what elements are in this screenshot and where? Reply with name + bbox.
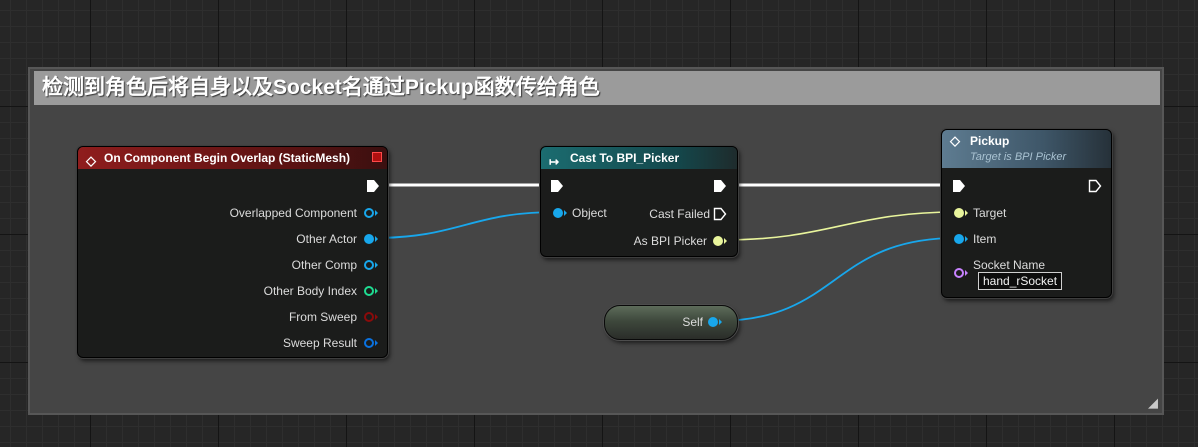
pickup-node-title: Pickup xyxy=(970,134,1010,148)
pin-dot-other-actor[interactable] xyxy=(364,234,374,244)
pin-arrow-icon xyxy=(375,314,378,320)
pin-dot-other-body-index[interactable] xyxy=(364,286,374,296)
pin-dot-target[interactable] xyxy=(954,208,964,218)
pin-label: Sweep Result xyxy=(282,336,357,350)
pin-arrow-icon xyxy=(719,319,722,325)
pin-sweep-result[interactable]: Sweep Result xyxy=(283,335,357,351)
pin-label: Object xyxy=(572,206,607,220)
pin-other-comp[interactable]: Other Comp xyxy=(292,257,357,273)
delegate-pin-icon[interactable] xyxy=(372,152,382,162)
event-node-title: On Component Begin Overlap (StaticMesh) xyxy=(104,151,351,165)
exec-input-pin-cast[interactable] xyxy=(550,179,564,193)
pin-dot-from-sweep[interactable] xyxy=(364,312,374,322)
pin-label: As BPI Picker xyxy=(633,234,707,248)
pin-other-actor[interactable]: Other Actor xyxy=(296,231,357,247)
pickup-node-subtitle: Target is BPI Picker xyxy=(970,151,1067,163)
pin-dot-socket-name[interactable] xyxy=(954,268,964,278)
pin-target[interactable]: Target xyxy=(973,205,1006,221)
pin-arrow-icon xyxy=(375,236,378,242)
pin-label: Cast Failed xyxy=(649,207,710,221)
wire-self-to-item xyxy=(715,237,958,322)
pin-label: Item xyxy=(973,232,997,246)
wire-bpi-picker-to-target xyxy=(721,211,958,241)
socket-name-input[interactable]: hand_rSocket xyxy=(978,272,1063,290)
cast-node[interactable]: ↦ Cast To BPI_Picker Object Cast Failed … xyxy=(540,146,738,257)
pin-arrow-icon xyxy=(375,210,378,216)
self-label: Self xyxy=(682,314,703,330)
pin-dot-sweep-result[interactable] xyxy=(364,338,374,348)
pin-label: Target xyxy=(973,206,1007,220)
pin-as-bpi-picker[interactable]: As BPI Picker xyxy=(634,233,707,249)
pin-arrow-icon xyxy=(375,340,378,346)
self-reference-node[interactable]: Self xyxy=(604,305,738,340)
pin-arrow-icon xyxy=(965,270,968,276)
pin-dot-other-comp[interactable] xyxy=(364,260,374,270)
pin-object[interactable]: Object xyxy=(572,205,607,221)
pin-socket-name[interactable]: Socket Name xyxy=(973,257,1045,273)
pickup-node-header[interactable]: ◇ Pickup Target is BPI Picker xyxy=(942,130,1111,168)
pin-dot-overlapped-component[interactable] xyxy=(364,208,374,218)
pin-dot-item[interactable] xyxy=(954,234,964,244)
pin-label: Other Actor xyxy=(296,232,357,246)
pin-label: Other Body Index xyxy=(263,284,357,298)
pin-overlapped-component[interactable]: Overlapped Component xyxy=(230,205,357,221)
pin-cast-failed[interactable]: Cast Failed xyxy=(649,206,710,222)
event-node-header[interactable]: ◇ On Component Begin Overlap (StaticMesh… xyxy=(78,147,387,169)
pin-arrow-icon xyxy=(375,262,378,268)
cast-node-header[interactable]: ↦ Cast To BPI_Picker xyxy=(541,147,737,169)
wire-other-actor-to-object xyxy=(372,211,558,239)
pin-label: Other Comp xyxy=(291,258,357,272)
pin-label: Overlapped Component xyxy=(229,206,357,220)
pin-item[interactable]: Item xyxy=(973,231,996,247)
pin-arrow-icon xyxy=(724,238,727,244)
exec-output-pin-cast-failed[interactable] xyxy=(713,207,727,221)
pin-dot-as-bpi-picker[interactable] xyxy=(713,236,723,246)
exec-output-pin-cast[interactable] xyxy=(713,179,727,193)
exec-output-pin-event[interactable] xyxy=(366,179,380,193)
function-diamond-icon: ◇ xyxy=(950,133,960,148)
pin-label: Self xyxy=(682,315,703,329)
pickup-function-node[interactable]: ◇ Pickup Target is BPI Picker Target Ite… xyxy=(941,129,1112,298)
event-node-begin-overlap[interactable]: ◇ On Component Begin Overlap (StaticMesh… xyxy=(77,146,388,358)
exec-output-pin-pickup[interactable] xyxy=(1088,179,1102,193)
cast-node-title: Cast To BPI_Picker xyxy=(570,151,680,165)
pin-dot-self[interactable] xyxy=(708,317,718,327)
pin-arrow-icon xyxy=(564,210,567,216)
pin-other-body-index[interactable]: Other Body Index xyxy=(264,283,357,299)
pin-from-sweep[interactable]: From Sweep xyxy=(289,309,357,325)
pin-dot-object[interactable] xyxy=(553,208,563,218)
exec-input-pin-pickup[interactable] xyxy=(952,179,966,193)
pin-arrow-icon xyxy=(375,288,378,294)
pin-label: From Sweep xyxy=(288,310,357,324)
cast-arrow-icon: ↦ xyxy=(549,155,560,169)
pin-arrow-icon xyxy=(965,210,968,216)
pin-arrow-icon xyxy=(965,236,968,242)
pin-label: Socket Name xyxy=(973,258,1046,272)
event-diamond-icon: ◇ xyxy=(86,153,96,168)
